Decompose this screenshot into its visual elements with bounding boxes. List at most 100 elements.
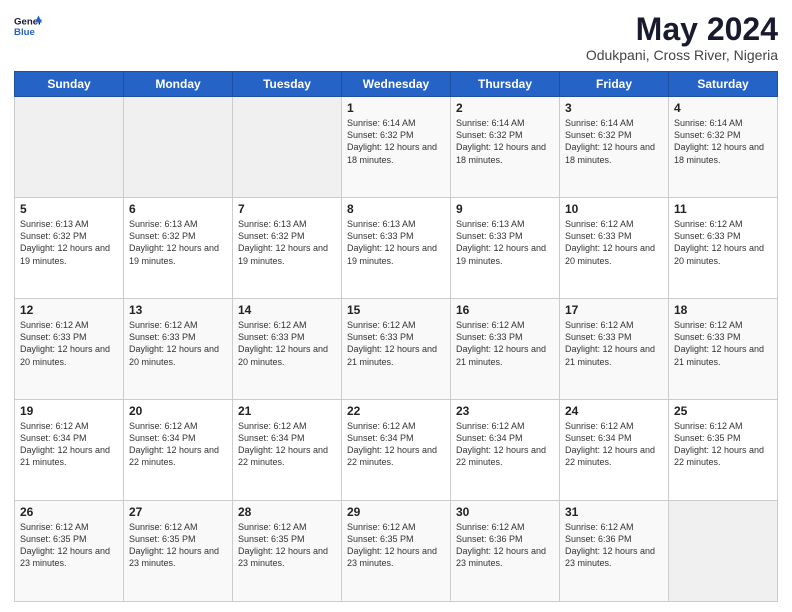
cell-info: Sunrise: 6:13 AM Sunset: 6:33 PM Dayligh… (456, 218, 554, 267)
logo-icon: General Blue (14, 12, 42, 40)
calendar-cell: 30 Sunrise: 6:12 AM Sunset: 6:36 PM Dayli… (451, 501, 560, 602)
day-number: 22 (347, 404, 445, 418)
cell-info: Sunrise: 6:12 AM Sunset: 6:33 PM Dayligh… (565, 218, 663, 267)
calendar-cell: 1 Sunrise: 6:14 AM Sunset: 6:32 PM Daylig… (342, 97, 451, 198)
calendar-cell: 26 Sunrise: 6:12 AM Sunset: 6:35 PM Dayli… (15, 501, 124, 602)
calendar-cell: 25 Sunrise: 6:12 AM Sunset: 6:35 PM Dayli… (669, 400, 778, 501)
cell-info: Sunrise: 6:13 AM Sunset: 6:32 PM Dayligh… (129, 218, 227, 267)
calendar-cell: 15 Sunrise: 6:12 AM Sunset: 6:33 PM Dayli… (342, 299, 451, 400)
cell-info: Sunrise: 6:12 AM Sunset: 6:34 PM Dayligh… (238, 420, 336, 469)
calendar-cell: 19 Sunrise: 6:12 AM Sunset: 6:34 PM Dayli… (15, 400, 124, 501)
title-block: May 2024 Odukpani, Cross River, Nigeria (586, 12, 778, 63)
day-number: 19 (20, 404, 118, 418)
page: General Blue May 2024 Odukpani, Cross Ri… (0, 0, 792, 612)
cell-info: Sunrise: 6:12 AM Sunset: 6:34 PM Dayligh… (565, 420, 663, 469)
day-number: 31 (565, 505, 663, 519)
calendar-cell: 14Sunrise: 6:12 AM Sunset: 6:33 PM Dayli… (233, 299, 342, 400)
day-number: 26 (20, 505, 118, 519)
calendar-cell: 21 Sunrise: 6:12 AM Sunset: 6:34 PM Dayli… (233, 400, 342, 501)
day-number: 12 (20, 303, 118, 317)
calendar-cell: 10 Sunrise: 6:12 AM Sunset: 6:33 PM Dayli… (560, 198, 669, 299)
day-number: 8 (347, 202, 445, 216)
cell-info: Sunrise: 6:12 AM Sunset: 6:34 PM Dayligh… (456, 420, 554, 469)
logo: General Blue (14, 12, 42, 40)
svg-text:Blue: Blue (14, 27, 35, 38)
calendar-week-row: 1 Sunrise: 6:14 AM Sunset: 6:32 PM Daylig… (15, 97, 778, 198)
day-header-friday: Friday (560, 72, 669, 97)
cell-info: Sunrise: 6:12 AM Sunset: 6:34 PM Dayligh… (347, 420, 445, 469)
day-header-thursday: Thursday (451, 72, 560, 97)
day-number: 30 (456, 505, 554, 519)
calendar-cell (124, 97, 233, 198)
cell-info: Sunrise: 6:14 AM Sunset: 6:32 PM Dayligh… (674, 117, 772, 166)
cell-info: Sunrise: 6:12 AM Sunset: 6:33 PM Dayligh… (456, 319, 554, 368)
calendar-cell (669, 501, 778, 602)
calendar-header-row: SundayMondayTuesdayWednesdayThursdayFrid… (15, 72, 778, 97)
cell-info: Sunrise: 6:13 AM Sunset: 6:32 PM Dayligh… (20, 218, 118, 267)
calendar-week-row: 26 Sunrise: 6:12 AM Sunset: 6:35 PM Dayli… (15, 501, 778, 602)
cell-info: Sunrise: 6:12 AM Sunset: 6:35 PM Dayligh… (129, 521, 227, 570)
calendar-week-row: 19 Sunrise: 6:12 AM Sunset: 6:34 PM Dayli… (15, 400, 778, 501)
calendar-cell: 9 Sunrise: 6:13 AM Sunset: 6:33 PM Daylig… (451, 198, 560, 299)
day-header-tuesday: Tuesday (233, 72, 342, 97)
day-number: 1 (347, 101, 445, 115)
day-number: 21 (238, 404, 336, 418)
cell-info: Sunrise: 6:12 AM Sunset: 6:33 PM Dayligh… (565, 319, 663, 368)
day-number: 15 (347, 303, 445, 317)
calendar-cell: 18 Sunrise: 6:12 AM Sunset: 6:33 PM Dayli… (669, 299, 778, 400)
cell-info: Sunrise: 6:14 AM Sunset: 6:32 PM Dayligh… (565, 117, 663, 166)
cell-info: Sunrise: 6:12 AM Sunset: 6:35 PM Dayligh… (674, 420, 772, 469)
day-number: 17 (565, 303, 663, 317)
day-header-saturday: Saturday (669, 72, 778, 97)
day-header-wednesday: Wednesday (342, 72, 451, 97)
day-number: 3 (565, 101, 663, 115)
cell-info: Sunrise: 6:12 AM Sunset: 6:33 PM Dayligh… (347, 319, 445, 368)
calendar-week-row: 12 Sunrise: 6:12 AM Sunset: 6:33 PM Dayli… (15, 299, 778, 400)
cell-info: Sunrise: 6:14 AM Sunset: 6:32 PM Dayligh… (456, 117, 554, 166)
cell-info: Sunrise: 6:12 AM Sunset: 6:35 PM Dayligh… (20, 521, 118, 570)
day-header-monday: Monday (124, 72, 233, 97)
calendar-cell: 22 Sunrise: 6:12 AM Sunset: 6:34 PM Dayli… (342, 400, 451, 501)
day-number: 6 (129, 202, 227, 216)
day-number: 9 (456, 202, 554, 216)
cell-info: Sunrise: 6:12 AM Sunset: 6:33 PM Dayligh… (129, 319, 227, 368)
day-number: 20 (129, 404, 227, 418)
cell-info: Sunrise: 6:12 AM Sunset: 6:33 PM Dayligh… (674, 218, 772, 267)
calendar-cell: 8Sunrise: 6:13 AM Sunset: 6:33 PM Daylig… (342, 198, 451, 299)
day-number: 18 (674, 303, 772, 317)
day-number: 10 (565, 202, 663, 216)
day-header-sunday: Sunday (15, 72, 124, 97)
day-number: 25 (674, 404, 772, 418)
calendar-cell: 11 Sunrise: 6:12 AM Sunset: 6:33 PM Dayli… (669, 198, 778, 299)
day-number: 16 (456, 303, 554, 317)
location: Odukpani, Cross River, Nigeria (586, 47, 778, 63)
day-number: 11 (674, 202, 772, 216)
calendar-cell: 16 Sunrise: 6:12 AM Sunset: 6:33 PM Dayli… (451, 299, 560, 400)
calendar-table: SundayMondayTuesdayWednesdayThursdayFrid… (14, 71, 778, 602)
day-number: 4 (674, 101, 772, 115)
calendar-cell: 29 Sunrise: 6:12 AM Sunset: 6:35 PM Dayli… (342, 501, 451, 602)
cell-info: Sunrise: 6:13 AM Sunset: 6:32 PM Dayligh… (238, 218, 336, 267)
day-number: 2 (456, 101, 554, 115)
calendar-cell: 23 Sunrise: 6:12 AM Sunset: 6:34 PM Dayli… (451, 400, 560, 501)
cell-info: Sunrise: 6:12 AM Sunset: 6:36 PM Dayligh… (456, 521, 554, 570)
calendar-cell (15, 97, 124, 198)
day-number: 23 (456, 404, 554, 418)
day-number: 5 (20, 202, 118, 216)
calendar-cell: 6 Sunrise: 6:13 AM Sunset: 6:32 PM Daylig… (124, 198, 233, 299)
day-number: 27 (129, 505, 227, 519)
calendar-cell (233, 97, 342, 198)
cell-info: Sunrise: 6:14 AM Sunset: 6:32 PM Dayligh… (347, 117, 445, 166)
calendar-cell: 17 Sunrise: 6:12 AM Sunset: 6:33 PM Dayli… (560, 299, 669, 400)
day-number: 24 (565, 404, 663, 418)
calendar-cell: 3 Sunrise: 6:14 AM Sunset: 6:32 PM Daylig… (560, 97, 669, 198)
calendar-cell: 2 Sunrise: 6:14 AM Sunset: 6:32 PM Daylig… (451, 97, 560, 198)
header: General Blue May 2024 Odukpani, Cross Ri… (14, 12, 778, 63)
calendar-cell: 27 Sunrise: 6:12 AM Sunset: 6:35 PM Dayli… (124, 501, 233, 602)
cell-info: Sunrise: 6:12 AM Sunset: 6:33 PM Dayligh… (674, 319, 772, 368)
cell-info: Sunrise: 6:12 AM Sunset: 6:33 PM Dayligh… (238, 319, 336, 368)
calendar-cell: 7Sunrise: 6:13 AM Sunset: 6:32 PM Daylig… (233, 198, 342, 299)
day-number: 29 (347, 505, 445, 519)
cell-info: Sunrise: 6:12 AM Sunset: 6:34 PM Dayligh… (20, 420, 118, 469)
cell-info: Sunrise: 6:12 AM Sunset: 6:35 PM Dayligh… (347, 521, 445, 570)
